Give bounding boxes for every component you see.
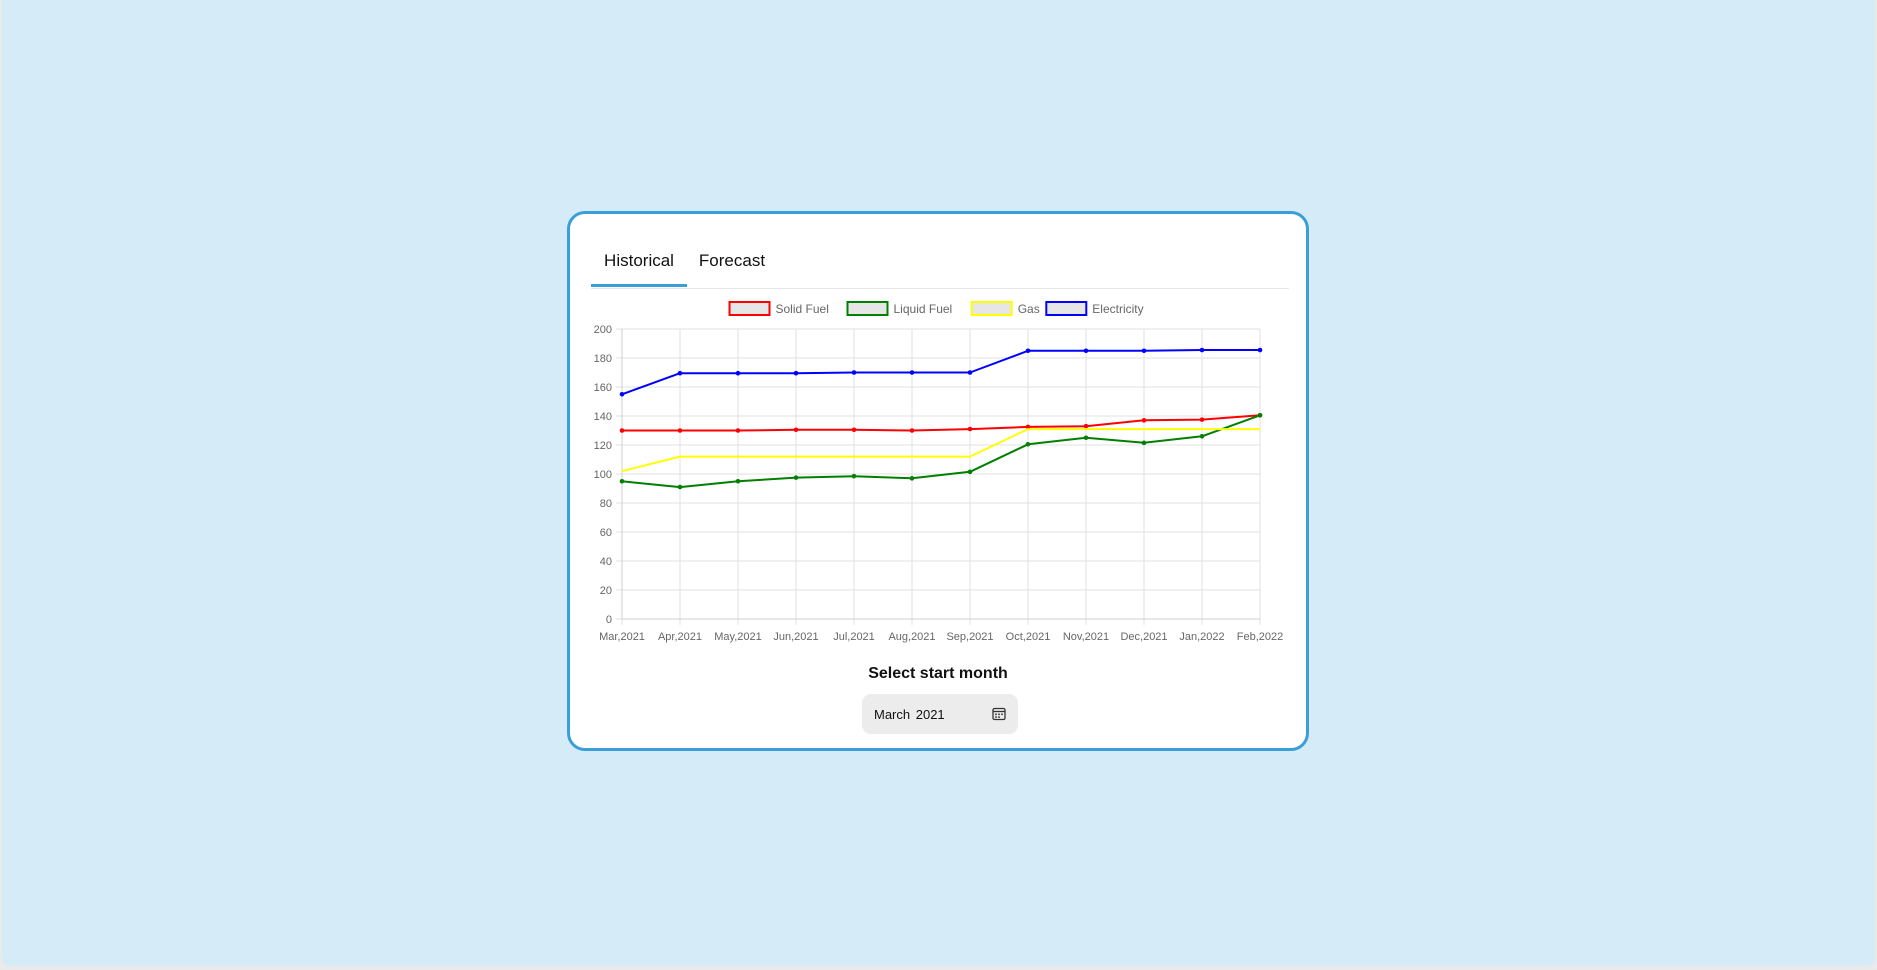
- series-line-liquid-fuel: [621, 414, 1261, 489]
- legend-swatch-liquid-fuel: [846, 301, 889, 316]
- calendar-icon[interactable]: [992, 707, 1006, 721]
- data-point-liquid-fuel: [1257, 412, 1263, 418]
- data-point-electricity: [1257, 347, 1263, 353]
- data-point-electricity: [1199, 347, 1205, 353]
- line-chart: 0 20 40 60 80 100 120 140 160 180 200 Mar,2021 Apr,2…: [594, 301, 1283, 643]
- data-point-solid-fuel: [851, 427, 857, 433]
- legend-label-electricity: Electricity: [1092, 302, 1143, 316]
- month-picker-value[interactable]: March 2021: [874, 707, 945, 722]
- y-tick-label: 60: [600, 527, 612, 539]
- x-tick-label: Sep,2021: [946, 631, 993, 643]
- data-point-solid-fuel: [619, 428, 625, 433]
- y-tick-label: 120: [594, 440, 612, 452]
- data-point-liquid-fuel: [1141, 440, 1147, 446]
- legend-swatch-gas: [970, 301, 1013, 316]
- y-tick-label: 200: [594, 324, 612, 336]
- x-tick-label: Nov,2021: [1063, 631, 1109, 643]
- data-point-liquid-fuel: [793, 475, 799, 480]
- data-point-solid-fuel: [793, 427, 799, 433]
- data-point-electricity: [735, 370, 741, 376]
- tab-forecast[interactable]: Forecast: [687, 236, 777, 286]
- data-point-liquid-fuel: [619, 478, 625, 484]
- y-tick-label: 20: [600, 585, 612, 597]
- data-point-solid-fuel: [677, 428, 683, 433]
- y-tick-label: 0: [606, 614, 612, 626]
- legend-label-liquid-fuel: Liquid Fuel: [894, 302, 953, 316]
- x-tick-label: Oct,2021: [1006, 631, 1051, 643]
- data-point-liquid-fuel: [967, 469, 973, 475]
- x-tick-label: Jan,2022: [1179, 631, 1224, 643]
- chart-card: Historical Forecast 0 20 40 60 80 100 120 140 16…: [567, 211, 1309, 751]
- data-point-electricity: [909, 370, 915, 375]
- y-tick-label: 80: [600, 498, 612, 510]
- data-point-solid-fuel: [735, 428, 741, 433]
- x-tick-label: Apr,2021: [658, 631, 702, 643]
- legend-label-gas: Gas: [1018, 302, 1040, 316]
- y-tick-label: 160: [594, 382, 612, 394]
- data-point-liquid-fuel: [909, 476, 915, 481]
- tab-historical[interactable]: Historical: [591, 236, 687, 287]
- data-point-electricity: [851, 370, 857, 375]
- data-point-electricity: [967, 370, 973, 375]
- data-point-electricity: [1083, 348, 1089, 354]
- y-tick-label: 180: [594, 353, 612, 365]
- tab-bar: Historical Forecast: [591, 236, 1289, 289]
- y-tick-label: 140: [594, 411, 612, 423]
- legend-label-solid-fuel: Solid Fuel: [776, 302, 829, 316]
- x-tick-label: Feb,2022: [1237, 631, 1283, 643]
- x-tick-label: May,2021: [714, 631, 762, 643]
- y-tick-label: 100: [594, 469, 612, 481]
- data-point-electricity: [793, 370, 799, 376]
- data-point-liquid-fuel: [851, 473, 857, 479]
- data-point-solid-fuel: [1199, 417, 1205, 422]
- data-point-liquid-fuel: [1083, 435, 1089, 441]
- x-tick-label: Dec,2021: [1120, 631, 1167, 643]
- data-point-liquid-fuel: [677, 484, 683, 490]
- x-tick-label: Aug,2021: [888, 631, 935, 643]
- month-picker[interactable]: March 2021: [862, 694, 1018, 734]
- x-tick-label: Jul,2021: [833, 631, 875, 643]
- data-point-solid-fuel: [1141, 418, 1147, 423]
- x-tick-label: Mar,2021: [599, 631, 645, 643]
- data-point-electricity: [1141, 348, 1147, 354]
- data-point-solid-fuel: [1083, 423, 1089, 429]
- series-line-gas: [621, 428, 1260, 473]
- data-point-solid-fuel: [967, 426, 973, 432]
- start-month-label: Select start month: [868, 665, 1008, 682]
- legend-swatch-solid-fuel: [728, 301, 771, 316]
- data-point-liquid-fuel: [1025, 441, 1031, 447]
- x-tick-label: Jun,2021: [773, 631, 818, 643]
- legend-swatch-electricity: [1045, 301, 1088, 316]
- data-point-solid-fuel: [909, 428, 915, 433]
- data-point-liquid-fuel: [735, 478, 741, 484]
- data-point-electricity: [1025, 348, 1031, 354]
- data-point-liquid-fuel: [1199, 434, 1205, 439]
- data-point-electricity: [619, 391, 625, 397]
- series-line-electricity: [621, 349, 1260, 396]
- data-point-electricity: [677, 370, 683, 376]
- y-tick-label: 40: [600, 556, 612, 568]
